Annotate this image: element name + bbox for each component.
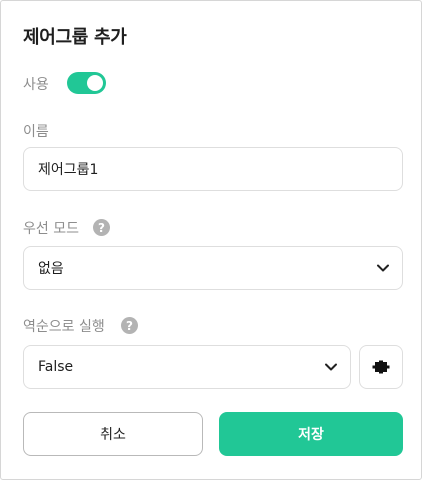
priority-mode-label: 우선 모드	[23, 221, 79, 237]
help-icon[interactable]: ?	[93, 219, 110, 236]
name-label: 이름	[23, 124, 49, 140]
dialog-title: 제어그룹 추가	[23, 27, 127, 48]
cancel-button[interactable]: 취소	[23, 412, 203, 456]
name-input[interactable]	[38, 161, 402, 177]
reverse-exec-value: False	[38, 359, 74, 375]
priority-mode-select[interactable]: 없음	[23, 246, 403, 290]
toggle-knob	[87, 75, 103, 91]
save-button[interactable]: 저장	[219, 412, 403, 456]
reverse-exec-label: 역순으로 실행	[23, 319, 105, 335]
name-field-wrapper	[23, 147, 403, 191]
priority-mode-value: 없음	[38, 261, 64, 277]
chevron-down-icon	[377, 264, 389, 272]
help-icon[interactable]: ?	[121, 317, 138, 334]
puzzle-button[interactable]	[359, 345, 403, 389]
puzzle-piece-icon	[372, 360, 390, 374]
chevron-down-icon	[325, 363, 337, 371]
use-label: 사용	[23, 77, 49, 93]
add-control-group-dialog: 제어그룹 추가 사용 이름 우선 모드 ? 없음 역순으로 실행 ? False…	[0, 0, 422, 480]
reverse-exec-select[interactable]: False	[23, 345, 351, 389]
use-toggle[interactable]	[67, 72, 106, 94]
